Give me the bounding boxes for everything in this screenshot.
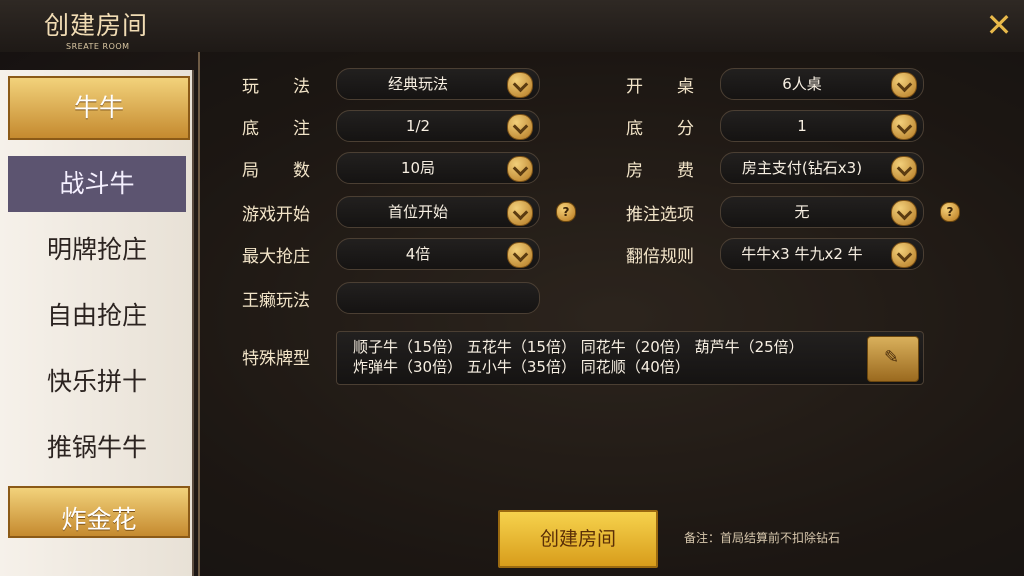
page-subtitle: SREATE ROOM [66, 42, 130, 51]
sidebar-item-zhajinhua[interactable]: 炸金花 [8, 486, 190, 538]
jushu-label: 局 数 [242, 161, 310, 181]
chevron-down-icon[interactable] [891, 114, 917, 140]
sidebar-item-ziyou[interactable]: 自由抢庄 [8, 286, 186, 346]
chevron-down-icon[interactable] [891, 72, 917, 98]
kaizhuo-label: 开 桌 [626, 77, 694, 97]
close-icon[interactable]: ✕ [984, 9, 1014, 41]
fanbei-label: 翻倍规则 [626, 247, 694, 267]
top-bar: 创建房间 SREATE ROOM ✕ [0, 0, 1024, 52]
wanfa-label: 玩 法 [242, 77, 310, 97]
note-text: 备注：首局结算前不扣除钻石 [684, 531, 841, 545]
kaishi-select[interactable]: 首位开始 [336, 196, 540, 228]
special-hands-box: 顺子牛（15倍） 五花牛（15倍） 同花牛（20倍） 葫芦牛（25倍） 炸弹牛（… [336, 331, 924, 385]
wanfa-select[interactable]: 经典玩法 [336, 68, 540, 100]
chevron-down-icon[interactable] [891, 242, 917, 268]
wanglai-label: 王癞玩法 [242, 291, 310, 311]
chevron-down-icon[interactable] [507, 156, 533, 182]
difen-select[interactable]: 1 [720, 110, 924, 142]
dizhu-select[interactable]: 1/2 [336, 110, 540, 142]
create-room-button[interactable]: 创建房间 [498, 510, 658, 568]
jushu-select[interactable]: 10局 [336, 152, 540, 184]
wanglai-select[interactable] [336, 282, 540, 314]
difen-label: 底 分 [626, 119, 694, 139]
tuizhu-label: 推注选项 [626, 205, 694, 225]
sidebar-item-tuiguo[interactable]: 推锅牛牛 [8, 418, 186, 478]
chevron-down-icon[interactable] [507, 200, 533, 226]
sidebar-item-niuniu[interactable]: 牛牛 [8, 76, 190, 140]
chevron-down-icon[interactable] [507, 242, 533, 268]
chevron-down-icon[interactable] [507, 114, 533, 140]
dizhu-label: 底 注 [242, 119, 310, 139]
fangfei-label: 房 费 [626, 161, 694, 181]
chevron-down-icon[interactable] [507, 72, 533, 98]
sidebar-item-kuaile[interactable]: 快乐拼十 [8, 352, 186, 412]
teshu-label: 特殊牌型 [242, 349, 310, 369]
tuizhu-select[interactable]: 无 [720, 196, 924, 228]
qiangzhuang-label: 最大抢庄 [242, 247, 310, 267]
game-sidebar: 牛牛 战斗牛 明牌抢庄 自由抢庄 快乐拼十 推锅牛牛 炸金花 [0, 70, 194, 576]
kaizhuo-select[interactable]: 6人桌 [720, 68, 924, 100]
kaishi-label: 游戏开始 [242, 205, 310, 225]
special-hands-line2: 炸弹牛（30倍） 五小牛（35倍） 同花顺（40倍） [353, 358, 690, 376]
help-icon[interactable]: ? [940, 202, 960, 222]
special-hands-line1: 顺子牛（15倍） 五花牛（15倍） 同花牛（20倍） 葫芦牛（25倍） [353, 338, 804, 356]
sidebar-item-zhandouniu[interactable]: 战斗牛 [8, 156, 186, 212]
chevron-down-icon[interactable] [891, 156, 917, 182]
sidebar-item-mingpai[interactable]: 明牌抢庄 [8, 220, 186, 280]
fanbei-select[interactable]: 牛牛x3 牛九x2 牛 [720, 238, 924, 270]
qiangzhuang-select[interactable]: 4倍 [336, 238, 540, 270]
chevron-down-icon[interactable] [891, 200, 917, 226]
fangfei-select[interactable]: 房主支付(钻石x3) [720, 152, 924, 184]
edit-special-hands-button[interactable] [867, 336, 919, 382]
page-title: 创建房间 [44, 11, 149, 40]
help-icon[interactable]: ? [556, 202, 576, 222]
